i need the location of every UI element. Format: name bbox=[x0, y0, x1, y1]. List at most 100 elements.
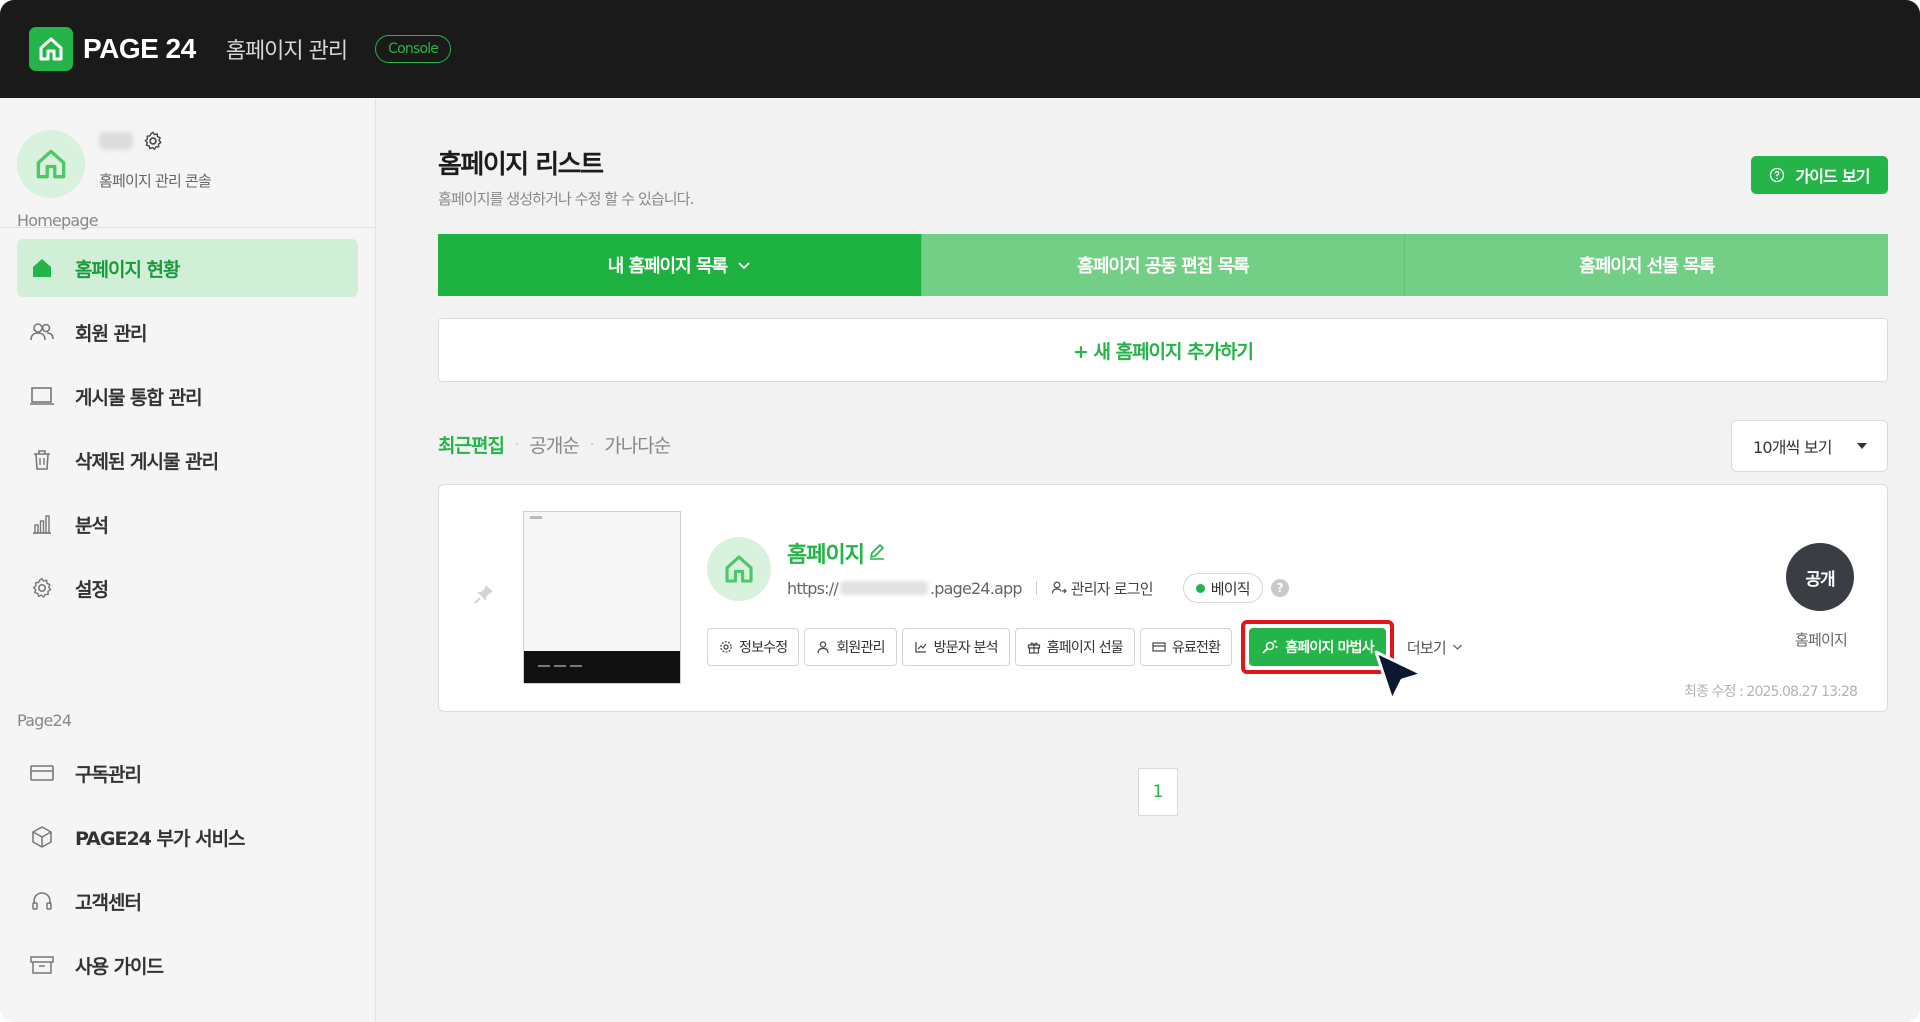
top-bar: PAGE 24 홈페이지 관리 Console bbox=[0, 0, 1920, 98]
sidebar-item-label: 설정 bbox=[75, 578, 109, 601]
page-title: 홈페이지 리스트 bbox=[438, 150, 604, 180]
sidebar-item-label: 분석 bbox=[75, 514, 109, 537]
profile-settings-gear-icon[interactable] bbox=[142, 130, 164, 152]
tab-my-homepages[interactable]: 내 홈페이지 목록 bbox=[438, 234, 921, 296]
member-manage-button[interactable]: 회원관리 bbox=[804, 628, 897, 666]
sidebar-item-analytics[interactable]: 분석 bbox=[17, 495, 358, 553]
archive-icon bbox=[29, 952, 55, 978]
caret-down-icon bbox=[1857, 443, 1867, 449]
help-circle-icon bbox=[1770, 167, 1785, 183]
thumbnail-header-mark bbox=[530, 516, 542, 519]
bar-chart-icon bbox=[29, 511, 55, 537]
public-status-label: 공개 bbox=[1805, 569, 1835, 590]
sidebar-item-label: PAGE24 부가 서비스 bbox=[75, 827, 246, 850]
sidebar-item-deleted-posts[interactable]: 삭제된 게시물 관리 bbox=[17, 431, 358, 489]
magic-wand-icon bbox=[1262, 640, 1278, 654]
mouse-pointer-icon bbox=[1372, 650, 1428, 710]
main-content: 홈페이지 리스트 홈페이지를 생성하거나 수정 할 수 있습니다. 가이드 보기… bbox=[376, 98, 1920, 1022]
sort-separator: · bbox=[514, 436, 520, 453]
divider bbox=[1035, 581, 1037, 595]
app-window: PAGE 24 홈페이지 관리 Console 홈페이지 관리 콘솔 Homep… bbox=[0, 0, 1920, 1022]
sidebar-item-customer-center[interactable]: 고객센터 bbox=[17, 872, 358, 930]
card-small-icon bbox=[1152, 642, 1166, 652]
tab-label: 홈페이지 선물 목록 bbox=[1579, 256, 1715, 277]
last-updated: 최종 수정 : 2025.08.27 13:28 bbox=[1684, 684, 1858, 700]
chevron-down-icon bbox=[1452, 644, 1462, 650]
tab-label: 홈페이지 공동 편집 목록 bbox=[1077, 256, 1249, 277]
console-badge: Console bbox=[375, 35, 452, 63]
logo-text[interactable]: PAGE 24 bbox=[83, 33, 196, 65]
profile-subtitle: 홈페이지 관리 콘솔 bbox=[99, 172, 212, 190]
box-icon bbox=[29, 824, 55, 850]
sidebar-item-user-guide[interactable]: 사용 가이드 bbox=[17, 936, 358, 994]
section-label-homepage: Homepage bbox=[17, 211, 99, 230]
sidebar-item-label: 회원 관리 bbox=[75, 322, 148, 345]
visitor-analytics-button[interactable]: 방문자 분석 bbox=[901, 628, 1010, 666]
site-url-suffix[interactable]: .page24.app bbox=[930, 579, 1023, 598]
gift-homepage-button[interactable]: 홈페이지 선물 bbox=[1014, 628, 1135, 666]
sidebar-item-subscription[interactable]: 구독관리 bbox=[17, 744, 358, 802]
public-status-caption: 홈페이지 bbox=[1794, 631, 1848, 649]
headset-icon bbox=[29, 888, 55, 914]
card-icon bbox=[29, 760, 55, 786]
edit-info-button[interactable]: 정보수정 bbox=[707, 628, 800, 666]
sidebar-item-homepage-status[interactable]: 홈페이지 현황 bbox=[17, 239, 358, 297]
action-label: 홈페이지 마법사 bbox=[1285, 640, 1374, 656]
profile-name-blurred bbox=[99, 132, 133, 150]
sort-separator: · bbox=[589, 436, 595, 453]
app-title: 홈페이지 관리 bbox=[225, 39, 348, 64]
homepage-wizard-button[interactable]: 홈페이지 마법사 bbox=[1249, 628, 1386, 666]
sort-public[interactable]: 공개순 bbox=[529, 431, 579, 458]
sidebar-item-members[interactable]: 회원 관리 bbox=[17, 303, 358, 361]
upgrade-paid-button[interactable]: 유료전환 bbox=[1139, 628, 1233, 666]
plan-status-dot bbox=[1195, 583, 1205, 593]
chevron-down-icon bbox=[737, 255, 751, 276]
action-label: 정보수정 bbox=[739, 640, 788, 656]
homepage-thumbnail[interactable] bbox=[523, 511, 681, 684]
action-label: 방문자 분석 bbox=[933, 640, 999, 656]
section-label-page24: Page24 bbox=[17, 711, 72, 730]
sort-alphabetical[interactable]: 가나다순 bbox=[604, 431, 671, 458]
action-label: 회원관리 bbox=[836, 640, 885, 656]
gear-icon bbox=[29, 575, 55, 601]
sidebar-item-addon-services[interactable]: PAGE24 부가 서비스 bbox=[17, 808, 358, 866]
per-page-value: 10개씩 보기 bbox=[1753, 438, 1833, 457]
pagination-page-1[interactable]: 1 bbox=[1138, 768, 1178, 816]
tab-gift-list[interactable]: 홈페이지 선물 목록 bbox=[1404, 234, 1889, 296]
settings-small-icon bbox=[720, 641, 732, 653]
site-name[interactable]: 홈페이지 bbox=[787, 537, 865, 569]
plan-badge: 베이직 bbox=[1182, 573, 1263, 603]
tab-bar: 내 홈페이지 목록 홈페이지 공동 편집 목록 홈페이지 선물 목록 bbox=[438, 234, 1889, 296]
pin-icon[interactable] bbox=[472, 582, 496, 610]
guide-button[interactable]: 가이드 보기 bbox=[1751, 156, 1888, 194]
guide-button-label: 가이드 보기 bbox=[1795, 167, 1870, 186]
sidebar-item-label: 게시물 통합 관리 bbox=[75, 386, 203, 409]
sidebar-item-label: 고객센터 bbox=[75, 891, 142, 914]
add-homepage-button[interactable]: + 새 홈페이지 추가하기 bbox=[438, 318, 1888, 382]
action-label: 유료전환 bbox=[1171, 640, 1221, 656]
user-icon bbox=[817, 641, 829, 654]
profile-avatar bbox=[17, 130, 85, 198]
action-label: 홈페이지 선물 bbox=[1046, 640, 1124, 656]
admin-login-link[interactable]: 관리자 로그인 bbox=[1051, 578, 1154, 599]
monitor-icon bbox=[29, 383, 55, 409]
plan-help-icon[interactable]: ? bbox=[1270, 579, 1289, 597]
page-description: 홈페이지를 생성하거나 수정 할 수 있습니다. bbox=[438, 190, 694, 208]
tab-shared-editing[interactable]: 홈페이지 공동 편집 목록 bbox=[920, 234, 1405, 296]
sort-recent-edit[interactable]: 최근편집 bbox=[438, 431, 505, 458]
public-status-button[interactable]: 공개 bbox=[1786, 543, 1854, 611]
tab-label: 내 홈페이지 목록 bbox=[607, 256, 728, 277]
per-page-select[interactable]: 10개씩 보기 bbox=[1731, 420, 1888, 472]
sidebar-item-label: 삭제된 게시물 관리 bbox=[75, 450, 219, 473]
trash-icon bbox=[29, 447, 55, 473]
highlight-box: 홈페이지 마법사 bbox=[1241, 620, 1394, 674]
sidebar: 홈페이지 관리 콘솔 Homepage 홈페이지 현황 회원 관리 게시물 통합… bbox=[0, 98, 376, 1022]
site-url-blurred bbox=[839, 581, 928, 595]
thumbnail-footer bbox=[524, 651, 680, 683]
site-url-prefix[interactable]: https:// bbox=[787, 579, 839, 598]
logo-home-icon[interactable] bbox=[29, 27, 73, 71]
sidebar-item-posts[interactable]: 게시물 통합 관리 bbox=[17, 367, 358, 425]
sidebar-item-settings[interactable]: 설정 bbox=[17, 559, 358, 617]
site-info-row: https:// .page24.app 관리자 로그인 베이직 ? bbox=[787, 573, 1289, 603]
edit-pencil-icon[interactable] bbox=[867, 541, 887, 565]
